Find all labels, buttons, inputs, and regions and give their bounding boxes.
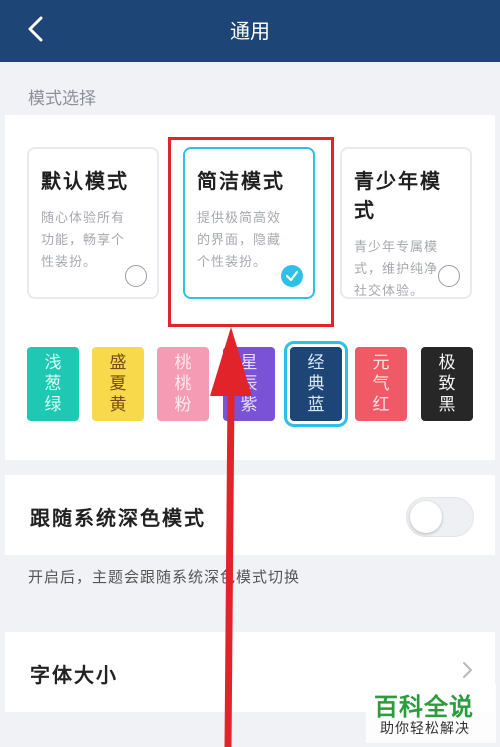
- theme-swatch-red[interactable]: 元气红: [355, 347, 407, 421]
- top-bar: 通用: [0, 0, 500, 62]
- theme-swatch-black[interactable]: 极致黑: [421, 347, 473, 421]
- section-label-mode: 模式选择: [28, 89, 96, 109]
- theme-swatch-blue[interactable]: 经典蓝: [284, 341, 348, 427]
- page-title: 通用: [230, 19, 270, 43]
- mode-description: 随心体验所有 功能，畅享个 性装扮。: [41, 211, 126, 270]
- mode-title: 青少年模式: [354, 169, 442, 222]
- chevron-right-icon: [463, 662, 472, 678]
- follow-system-toggle[interactable]: [406, 497, 474, 537]
- mode-card-youth[interactable]: 青少年模式 青少年专属模 式，维护纯净 社交体验。: [340, 147, 472, 299]
- theme-swatch-pink[interactable]: 桃桃粉: [157, 347, 209, 421]
- theme-swatch-green[interactable]: 浅葱绿: [27, 347, 79, 421]
- radio-unchecked-icon[interactable]: [125, 265, 147, 287]
- watermark-logo: 百科全说 助你轻松解决: [366, 685, 496, 743]
- follow-system-hint: 开启后，主题会跟随系统深色模式切换: [28, 568, 301, 586]
- mode-card-default[interactable]: 默认模式 随心体验所有 功能，畅享个 性装扮。: [27, 147, 159, 299]
- toggle-knob: [410, 501, 442, 533]
- follow-system-label: 跟随系统深色模式: [30, 506, 206, 530]
- mode-title: 默认模式: [41, 169, 129, 193]
- font-size-label: 字体大小: [30, 663, 118, 687]
- theme-swatch-purple[interactable]: 星辰紫: [223, 347, 275, 421]
- radio-unchecked-icon[interactable]: [438, 265, 460, 287]
- theme-swatch-yellow[interactable]: 盛夏黄: [92, 347, 144, 421]
- annotation-highlight-box: [168, 137, 334, 327]
- watermark-title: 百科全说: [374, 693, 474, 721]
- watermark-subtitle: 助你轻松解决: [380, 721, 470, 737]
